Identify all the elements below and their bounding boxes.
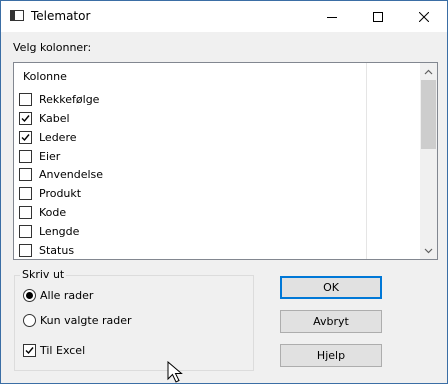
print-group-label: Skriv ut (20, 268, 67, 281)
columns-prompt-label: Velg kolonner: (13, 41, 92, 54)
checkbox[interactable] (19, 243, 32, 257)
app-icon (10, 10, 24, 21)
radio-all-rows-label: Alle rader (40, 289, 94, 302)
checkbox[interactable] (19, 224, 32, 238)
list-item-label: Rekkefølge (39, 92, 100, 106)
to-excel-checkbox[interactable]: Til Excel (23, 344, 85, 357)
close-button[interactable] (401, 1, 447, 32)
radio-selected-rows-label: Kun valgte rader (40, 314, 132, 327)
minimize-button[interactable] (309, 1, 355, 32)
radio-selected-rows[interactable]: Kun valgte rader (23, 314, 132, 327)
list-item-label: Eier (39, 149, 61, 163)
radio-indicator[interactable] (23, 289, 36, 302)
mouse-pointer-icon (167, 361, 183, 383)
close-icon (419, 11, 429, 22)
chevron-down-icon (424, 248, 433, 253)
title-bar[interactable]: Telemator (1, 1, 447, 32)
checkbox[interactable] (19, 92, 32, 106)
list-item[interactable]: Rekkefølge (19, 90, 359, 108)
checkmark-icon (21, 114, 30, 122)
checkbox[interactable] (19, 130, 32, 144)
checkmark-icon (21, 133, 30, 141)
list-item-label: Produkt (39, 186, 82, 200)
list-item-label: Ledere (39, 130, 77, 144)
list-item-label: Status (39, 243, 75, 257)
list-item-label: Lengde (39, 224, 80, 238)
checkbox[interactable] (19, 149, 32, 163)
to-excel-label: Til Excel (40, 344, 86, 357)
list-item[interactable]: Lengde (19, 222, 359, 240)
column-header: Kolonne (23, 70, 67, 83)
chevron-up-icon (424, 69, 433, 74)
list-item-label: Kabel (39, 111, 70, 125)
scroll-down-button[interactable] (420, 242, 437, 259)
cancel-button[interactable]: Avbryt (280, 310, 382, 333)
minimize-icon (327, 16, 337, 18)
checkbox[interactable] (19, 111, 32, 125)
column-separator (366, 63, 367, 259)
radio-indicator[interactable] (23, 314, 36, 327)
maximize-icon (373, 11, 383, 22)
vertical-scrollbar[interactable] (420, 63, 437, 259)
checkbox[interactable] (19, 167, 32, 181)
checkbox[interactable] (23, 344, 36, 357)
list-item[interactable]: Status (19, 241, 359, 259)
list-item[interactable]: Eier (19, 147, 359, 165)
list-item-label: Anvendelse (39, 167, 104, 181)
radio-all-rows[interactable]: Alle rader (23, 289, 93, 302)
checkbox[interactable] (19, 186, 32, 200)
list-item[interactable]: Ledere (19, 128, 359, 146)
checkbox[interactable] (19, 205, 32, 219)
maximize-button[interactable] (355, 1, 401, 32)
scroll-up-button[interactable] (420, 63, 437, 80)
list-item[interactable]: Kode (19, 203, 359, 221)
list-item[interactable]: Kabel (19, 109, 359, 127)
telemator-dialog: Telemator Velg kolonner: Kolonne Rekkefø… (0, 0, 448, 384)
list-item[interactable]: Produkt (19, 184, 359, 202)
columns-listbox[interactable]: Kolonne Rekkefølge Kabel Ledere Eier Anv… (13, 62, 438, 260)
help-button[interactable]: Hjelp (280, 344, 382, 367)
list-item[interactable]: Anvendelse (19, 165, 359, 183)
list-item-label: Kode (39, 205, 67, 219)
scroll-thumb[interactable] (421, 80, 436, 149)
ok-button[interactable]: OK (280, 276, 382, 299)
window-title: Telemator (31, 9, 91, 23)
checkmark-icon (25, 347, 34, 355)
